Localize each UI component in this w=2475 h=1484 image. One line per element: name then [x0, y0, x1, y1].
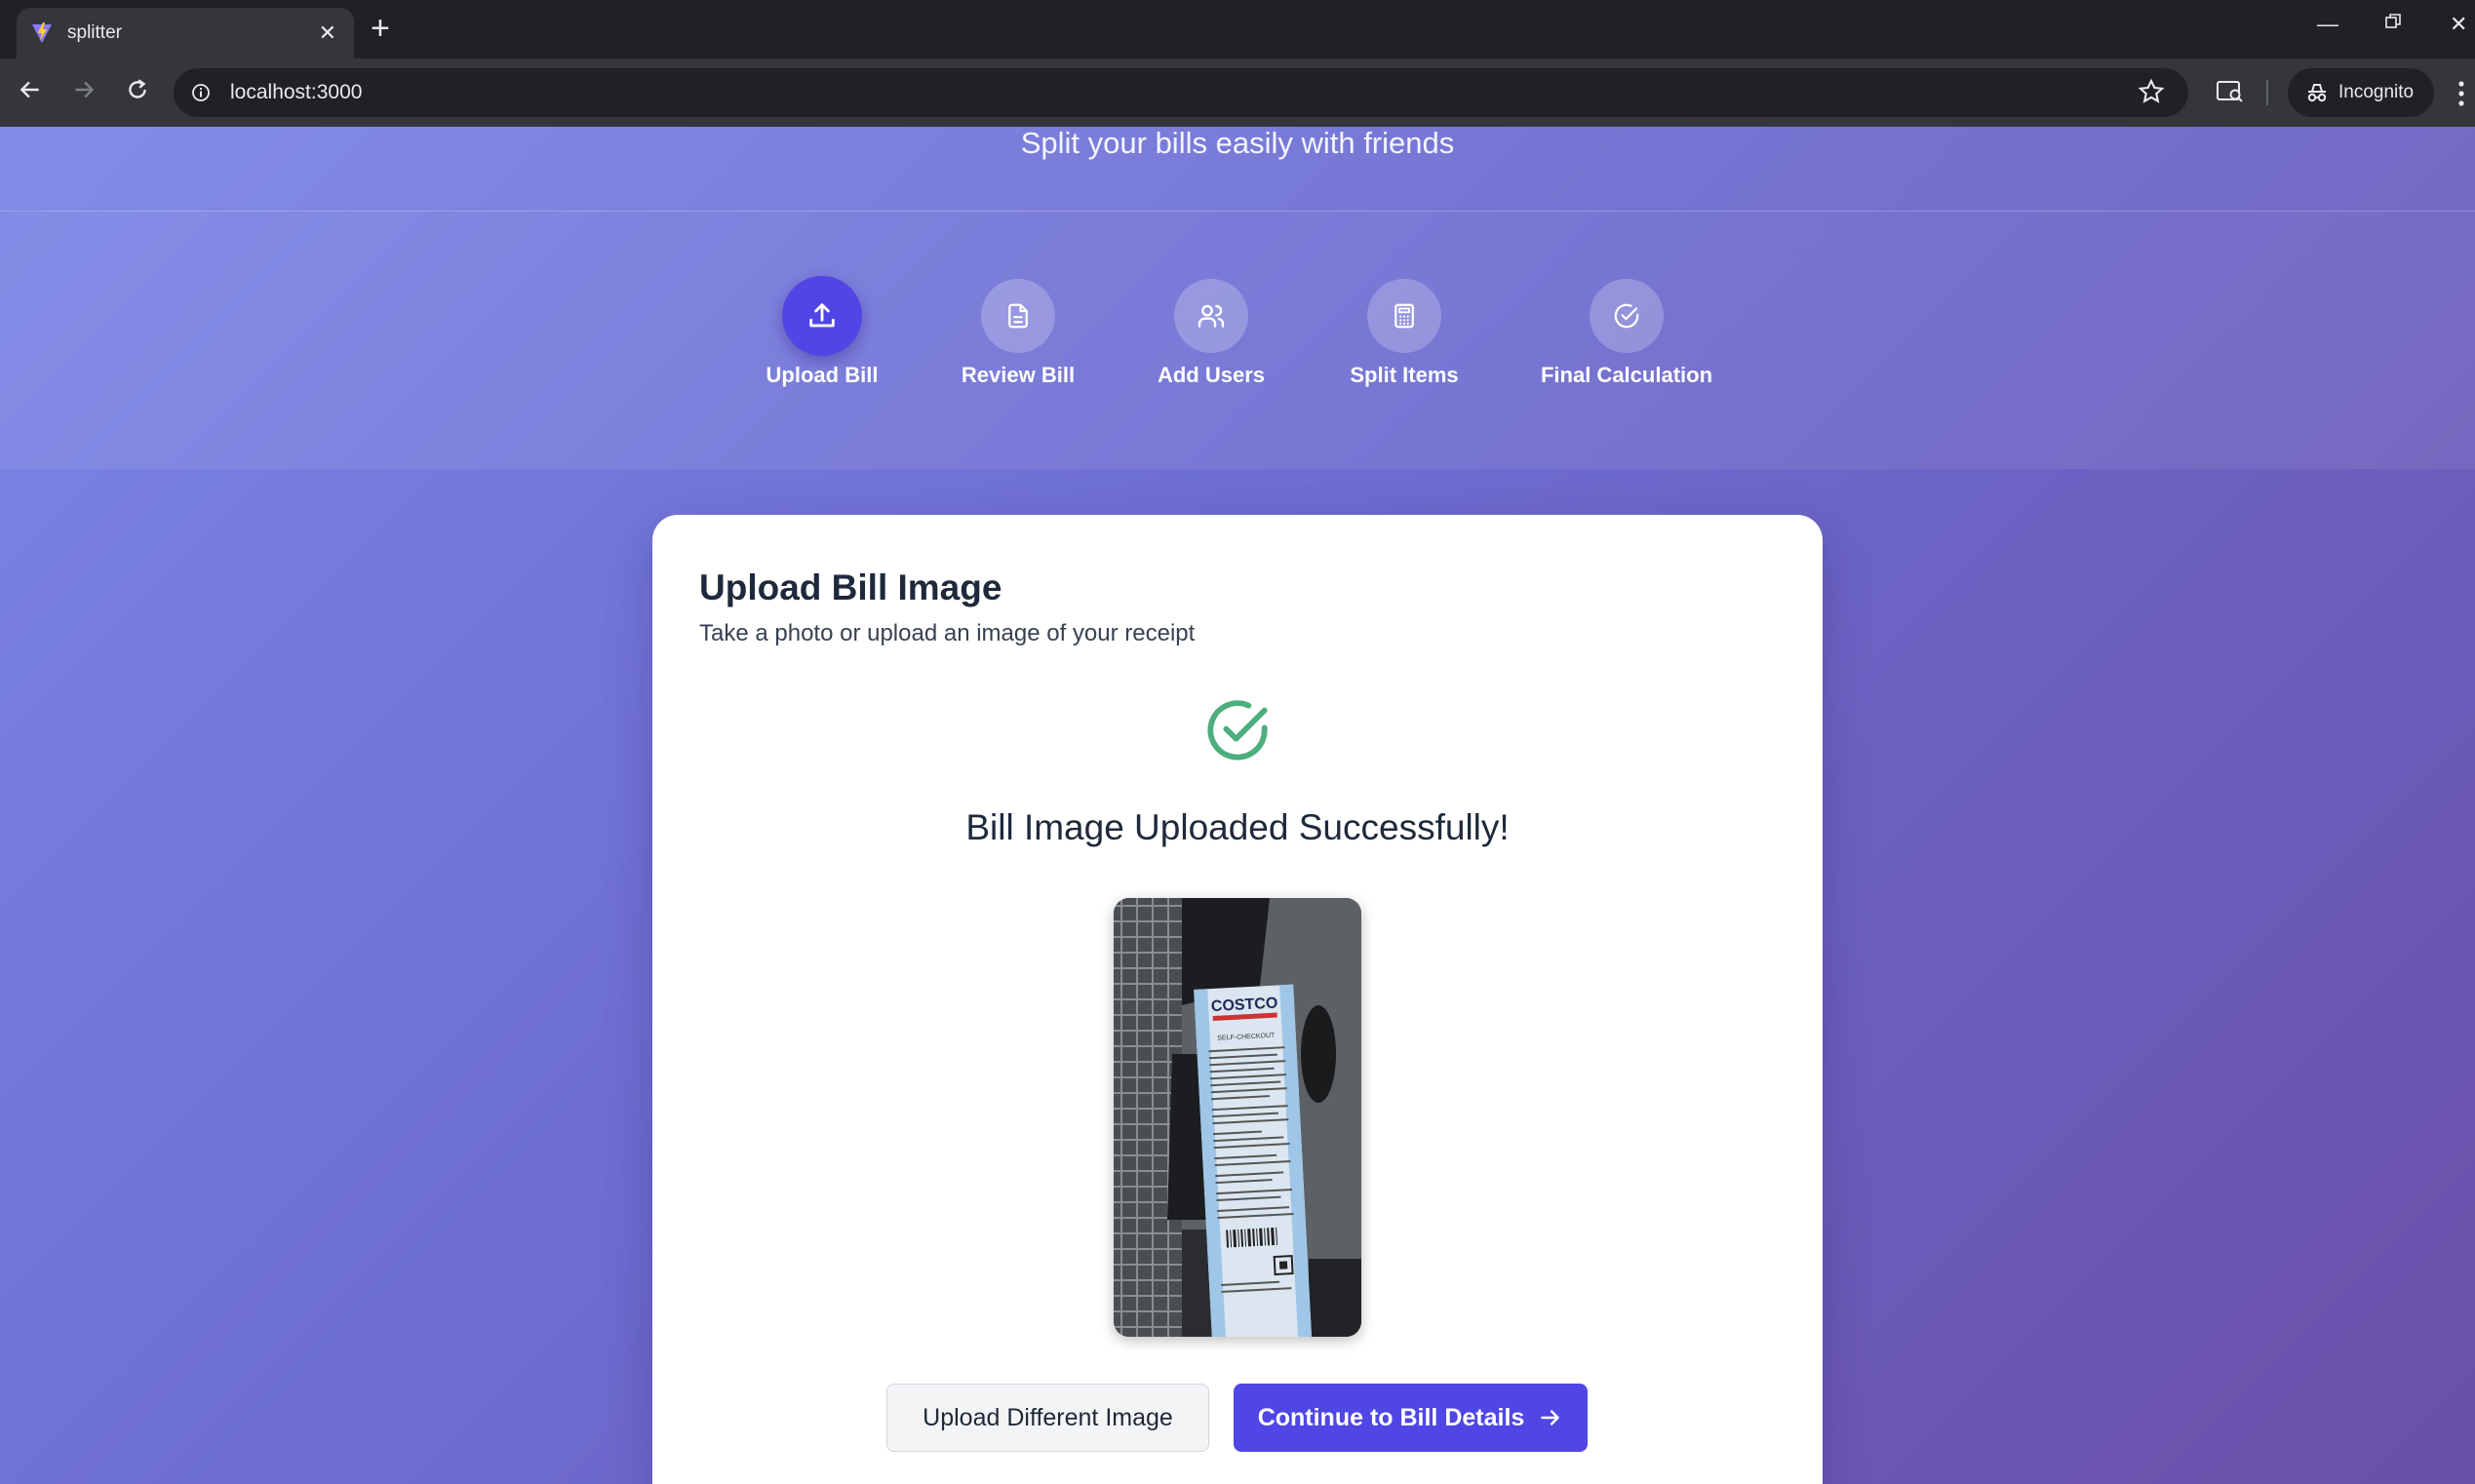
tab-search-icon[interactable]	[2216, 78, 2245, 110]
back-icon[interactable]	[18, 77, 43, 108]
site-info-icon[interactable]	[191, 83, 211, 102]
step-label: Add Users	[1157, 363, 1266, 387]
vite-favicon-icon	[32, 22, 52, 43]
continue-button-label: Continue to Bill Details	[1257, 1403, 1525, 1431]
bookmark-star-icon[interactable]	[2138, 78, 2165, 105]
restore-icon[interactable]	[2383, 12, 2403, 37]
browser-tab-bar: splitter ✕ + — ✕	[0, 0, 2475, 59]
step-label: Final Calculation	[1540, 363, 1713, 387]
tab-title: splitter	[67, 22, 122, 43]
incognito-indicator[interactable]: Incognito	[2288, 68, 2434, 117]
continue-to-bill-details-button[interactable]: Continue to Bill Details	[1234, 1384, 1588, 1452]
step-label: Upload Bill	[766, 363, 879, 387]
incognito-icon	[2307, 84, 2327, 102]
forward-icon[interactable]	[71, 77, 97, 108]
card-title: Upload Bill Image	[699, 567, 1002, 607]
step-circle	[1174, 279, 1248, 353]
browser-tab[interactable]: splitter ✕	[17, 8, 354, 59]
step-circle-active	[782, 276, 862, 356]
receipt-preview-image[interactable]: COSTCO SELF-CHECKOUT	[1114, 898, 1361, 1337]
step-circle	[1590, 279, 1664, 353]
document-icon	[1008, 303, 1028, 329]
browser-toolbar: localhost:3000 Incognito	[0, 59, 2475, 127]
receipt-photo: COSTCO SELF-CHECKOUT	[1114, 898, 1361, 1337]
progress-steps: Upload Bill Review Bill Add Users Split …	[0, 212, 2475, 469]
step-circle	[981, 279, 1055, 353]
close-window-icon[interactable]: ✕	[2450, 12, 2467, 37]
reload-icon[interactable]	[125, 77, 150, 108]
new-tab-icon[interactable]: +	[371, 12, 390, 45]
tab-close-icon[interactable]: ✕	[319, 22, 336, 44]
calculator-icon	[1395, 303, 1414, 329]
url-text: localhost:3000	[230, 81, 363, 103]
address-bar[interactable]: localhost:3000	[174, 68, 2188, 117]
step-label: Split Items	[1350, 363, 1459, 387]
card-description: Take a photo or upload an image of your …	[699, 620, 1196, 646]
app-page: Split your bills easily with friends Upl…	[0, 127, 2475, 1484]
step-circle	[1367, 279, 1441, 353]
app-header: Split your bills easily with friends	[0, 127, 2475, 212]
receipt-brand: COSTCO	[1210, 996, 1277, 1016]
upload-icon	[809, 303, 835, 328]
step-label: Review Bill	[961, 363, 1076, 387]
browser-menu-icon[interactable]	[2457, 80, 2465, 112]
app-subtitle: Split your bills easily with friends	[1020, 127, 1455, 160]
users-icon	[1198, 304, 1225, 328]
success-check-icon	[1207, 700, 1268, 761]
incognito-label: Incognito	[2338, 82, 2415, 102]
upload-success-message: Bill Image Uploaded Successfully!	[965, 807, 1510, 847]
upload-different-image-button[interactable]: Upload Different Image	[886, 1384, 1209, 1452]
check-circle-icon	[1614, 303, 1639, 329]
upload-card: Upload Bill Image Take a photo or upload…	[652, 515, 1823, 1484]
minimize-icon[interactable]: —	[2317, 12, 2338, 37]
toolbar-divider	[2266, 80, 2268, 105]
arrow-right-icon	[1541, 1410, 1560, 1425]
